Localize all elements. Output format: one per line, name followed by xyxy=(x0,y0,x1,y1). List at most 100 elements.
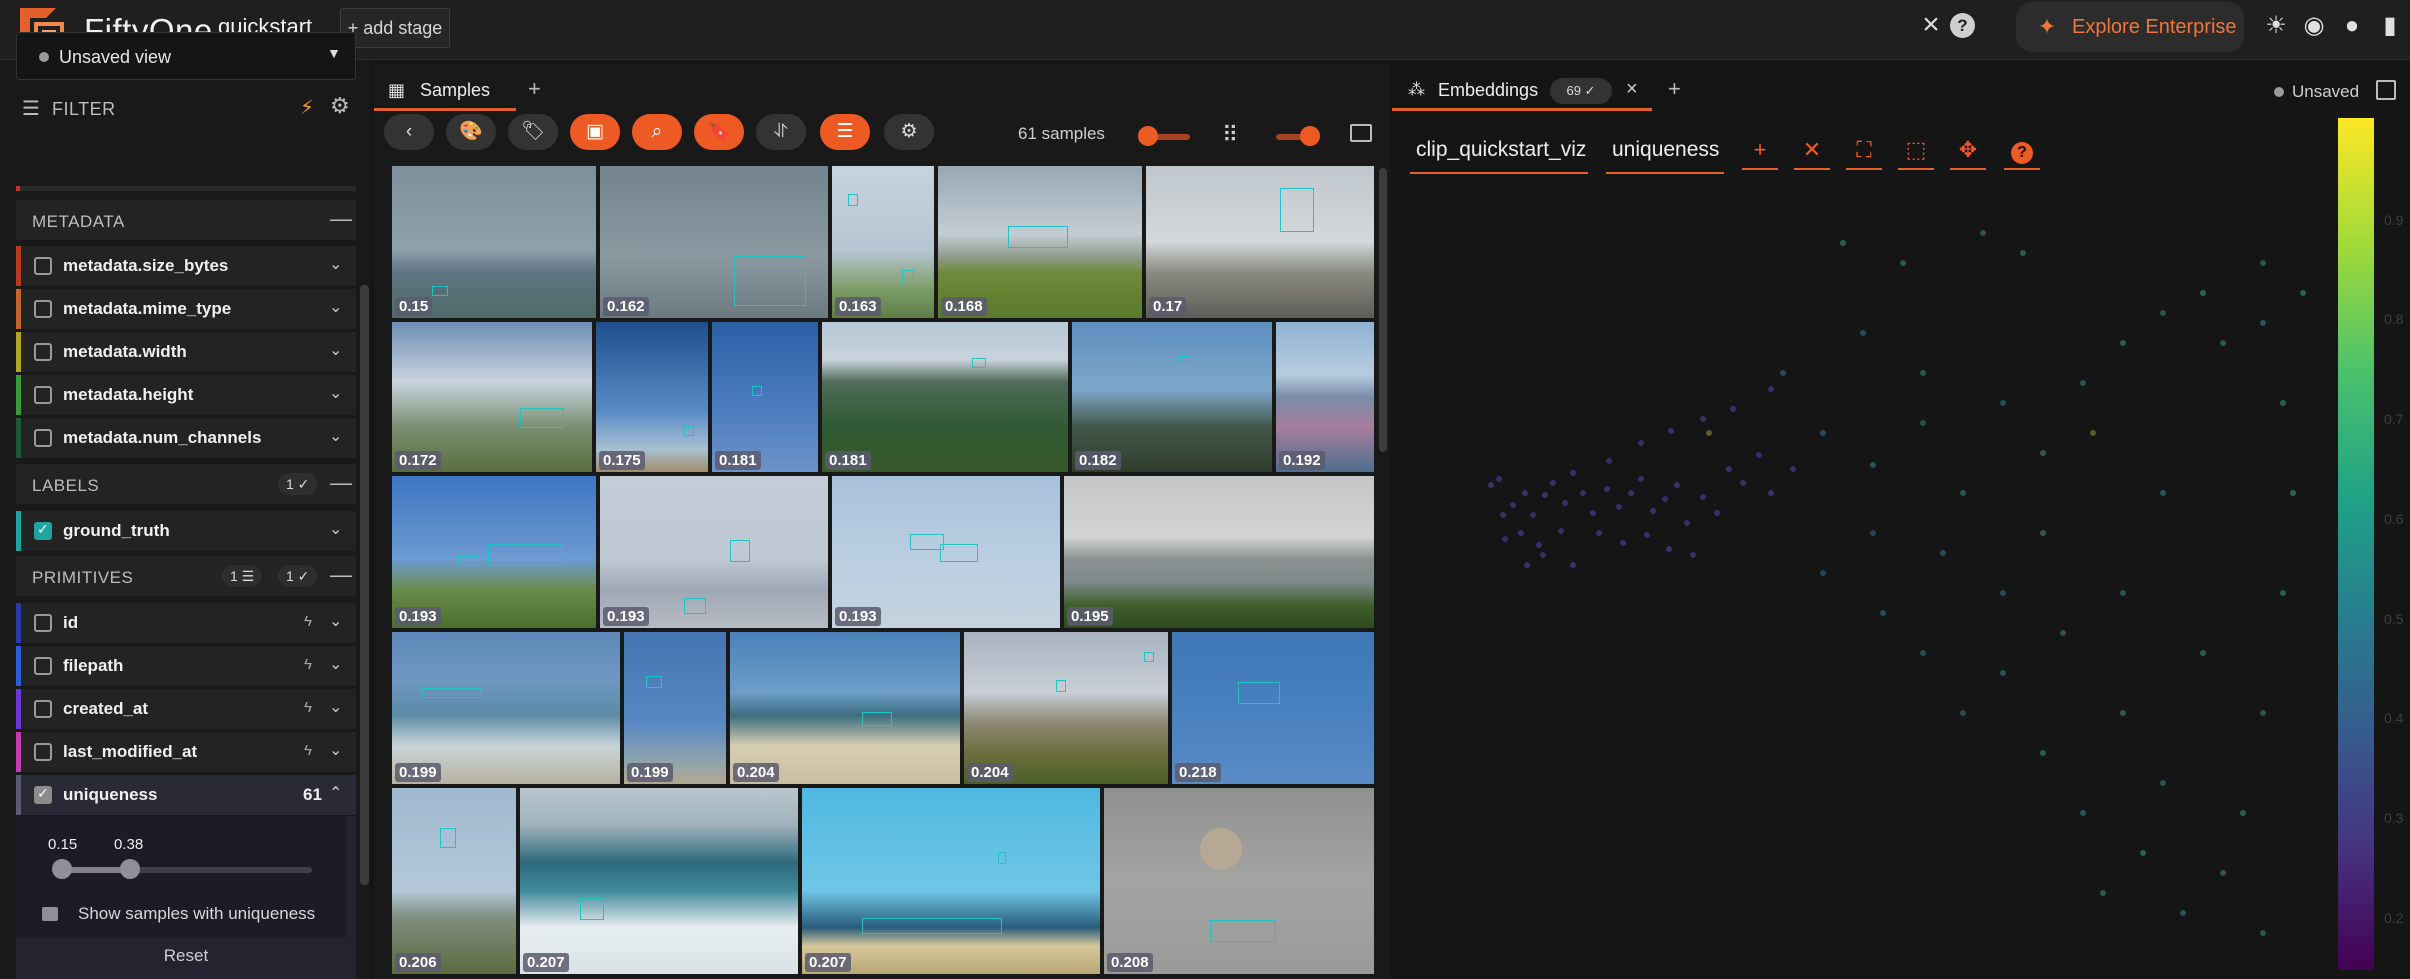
sample-tile[interactable]: 0.206 xyxy=(392,788,516,974)
zoom-slider-handle[interactable] xyxy=(1138,126,1158,146)
field-checkbox[interactable] xyxy=(34,785,52,804)
embedding-point[interactable] xyxy=(2160,490,2166,496)
lightning-icon[interactable]: ϟ xyxy=(304,613,312,630)
embedding-point[interactable] xyxy=(1638,440,1644,446)
field-checkbox[interactable] xyxy=(34,521,52,540)
embedding-point[interactable] xyxy=(1730,406,1736,412)
range-min-handle[interactable] xyxy=(52,859,72,879)
embedding-point[interactable] xyxy=(2040,530,2046,536)
sample-tile[interactable]: 0.192 xyxy=(1276,322,1374,472)
chevron-down-icon[interactable]: ⌄ xyxy=(329,611,342,631)
embedding-point[interactable] xyxy=(1756,452,1762,458)
plus-icon[interactable]: + xyxy=(1742,130,1778,170)
sample-tile[interactable]: 0.17 xyxy=(1146,166,1374,318)
sample-tile[interactable]: 0.204 xyxy=(964,632,1168,784)
field-checkbox[interactable] xyxy=(34,386,52,404)
embedding-point[interactable] xyxy=(1840,240,1846,246)
sample-tile[interactable]: 0.172 xyxy=(392,322,592,472)
embedding-point[interactable] xyxy=(2080,380,2086,386)
clear-view-icon[interactable]: × xyxy=(1916,10,1946,40)
embedding-point[interactable] xyxy=(2000,400,2006,406)
field-checkbox[interactable] xyxy=(34,657,52,675)
chevron-up-icon[interactable]: ⌃ xyxy=(329,783,342,803)
discord-icon[interactable]: ◉ xyxy=(2300,12,2328,40)
embedding-point[interactable] xyxy=(1570,470,1576,476)
sidebar-scrollbar[interactable] xyxy=(360,285,369,885)
panel-layout-icon[interactable] xyxy=(2376,80,2396,100)
pan-icon[interactable]: ✥ xyxy=(1950,130,1986,170)
close-icon[interactable]: × xyxy=(1626,78,1638,101)
embedding-point[interactable] xyxy=(1562,500,1568,506)
embedding-point[interactable] xyxy=(1700,494,1706,500)
embedding-point[interactable] xyxy=(1540,552,1546,558)
sample-tile[interactable]: 0.175 xyxy=(596,322,708,472)
docs-icon[interactable]: ▮ xyxy=(2376,12,2404,40)
embedding-point[interactable] xyxy=(2220,340,2226,346)
view-selector[interactable]: Unsaved view ▼ xyxy=(16,32,356,80)
field-row-size-bytes[interactable]: metadata.size_bytes ⌄ xyxy=(16,246,356,286)
field-checkbox[interactable] xyxy=(34,743,52,761)
field-row-height[interactable]: metadata.height ⌄ xyxy=(16,375,356,415)
embedding-point[interactable] xyxy=(2260,710,2266,716)
embedding-point[interactable] xyxy=(1880,610,1886,616)
embedding-point[interactable] xyxy=(1920,650,1926,656)
sample-tile[interactable]: 0.181 xyxy=(712,322,818,472)
github-icon[interactable]: ● xyxy=(2338,12,2366,40)
embedding-point[interactable] xyxy=(2290,490,2296,496)
embedding-point[interactable] xyxy=(2240,810,2246,816)
embedding-point[interactable] xyxy=(1650,508,1656,514)
chevron-down-icon[interactable]: ⌄ xyxy=(329,297,342,317)
field-row-ground-truth[interactable]: ground_truth ⌄ xyxy=(16,511,356,551)
embedding-point[interactable] xyxy=(2040,450,2046,456)
embedding-point[interactable] xyxy=(2200,650,2206,656)
embedding-point[interactable] xyxy=(2220,870,2226,876)
embedding-point[interactable] xyxy=(2000,590,2006,596)
lasso-select-icon[interactable]: ⬚ xyxy=(1898,130,1934,170)
embedding-point[interactable] xyxy=(1604,486,1610,492)
lightning-icon[interactable]: ϟ xyxy=(304,742,312,759)
field-checkbox[interactable] xyxy=(34,700,52,718)
embedding-point[interactable] xyxy=(1666,546,1672,552)
select-patches-icon[interactable]: ▣ xyxy=(570,114,620,150)
embedding-point[interactable] xyxy=(1496,476,1502,482)
embedding-point[interactable] xyxy=(2000,670,2006,676)
add-stage-button[interactable]: + add stage xyxy=(340,8,450,48)
field-checkbox[interactable] xyxy=(34,429,52,447)
embedding-point[interactable] xyxy=(1768,490,1774,496)
embedding-point[interactable] xyxy=(1820,430,1826,436)
primitives-filter-badge[interactable]: 1 ☰ xyxy=(222,565,263,587)
tab-samples[interactable]: ▦ Samples xyxy=(374,72,516,112)
embedding-point[interactable] xyxy=(1524,562,1530,568)
embedding-point[interactable] xyxy=(2020,250,2026,256)
embedding-point[interactable] xyxy=(2300,290,2306,296)
sample-tile[interactable]: 0.163 xyxy=(832,166,934,318)
embedding-point[interactable] xyxy=(1616,504,1622,510)
embedding-point[interactable] xyxy=(1768,386,1774,392)
range-max-handle[interactable] xyxy=(120,859,140,879)
sample-tile[interactable]: 0.182 xyxy=(1072,322,1272,472)
chevron-down-icon[interactable]: ⌄ xyxy=(329,519,342,539)
embedding-point[interactable] xyxy=(2040,750,2046,756)
color-by-select[interactable]: uniqueness xyxy=(1606,126,1724,174)
labels-count-badge[interactable]: 1 ✓ xyxy=(278,473,318,495)
split-panel-icon[interactable] xyxy=(1350,124,1372,142)
field-checkbox[interactable] xyxy=(34,300,52,318)
embedding-point[interactable] xyxy=(1780,370,1786,376)
search-icon[interactable]: ⌕ xyxy=(632,114,682,150)
field-row-created-at[interactable]: created_at ϟ ⌄ xyxy=(16,689,356,729)
embedding-point[interactable] xyxy=(1860,330,1866,336)
embedding-point[interactable] xyxy=(1522,490,1528,496)
theme-toggle-icon[interactable]: ☀ xyxy=(2262,12,2290,40)
add-panel-icon[interactable]: + xyxy=(1668,76,1681,102)
embedding-point[interactable] xyxy=(1530,512,1536,518)
merge-icon[interactable]: ⥯ xyxy=(756,114,806,150)
embeddings-scatter-plot[interactable] xyxy=(1400,190,2320,970)
embedding-point[interactable] xyxy=(2080,810,2086,816)
embedding-point[interactable] xyxy=(1542,492,1548,498)
field-checkbox[interactable] xyxy=(34,257,52,275)
embedding-point[interactable] xyxy=(1706,430,1712,436)
field-row-filepath[interactable]: filepath ϟ ⌄ xyxy=(16,646,356,686)
embedding-point[interactable] xyxy=(2260,260,2266,266)
embedding-point[interactable] xyxy=(2180,910,2186,916)
sample-tile[interactable]: 0.199 xyxy=(624,632,726,784)
